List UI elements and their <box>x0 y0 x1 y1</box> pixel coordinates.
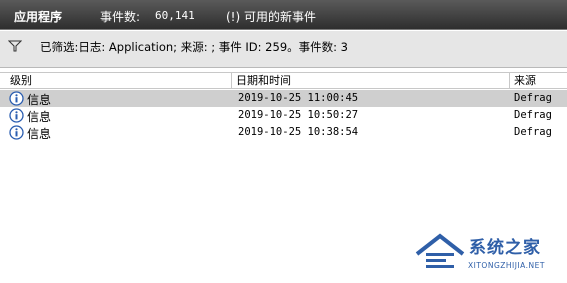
log-title-bar: 应用程序 事件数: 60,141 (!) 可用的新事件 <box>0 0 567 30</box>
row-level: 信息 <box>27 110 52 124</box>
new-events-note: (!) 可用的新事件 <box>226 10 316 24</box>
row-level: 信息 <box>27 127 52 141</box>
row-level: 信息 <box>27 93 52 107</box>
watermark-name: 系统之家 <box>469 238 541 258</box>
column-header-row: 级别 日期和时间 来源 <box>0 72 567 89</box>
event-count-label: 事件数: <box>100 10 141 24</box>
row-source: Defrag <box>514 126 552 138</box>
row-date-time: 2019-10-25 10:38:54 <box>238 126 359 138</box>
row-date-time: 2019-10-25 10:50:27 <box>238 109 359 121</box>
watermark-url: XITONGZHIJIA.NET <box>468 261 545 270</box>
table-row[interactable]: 信息 2019-10-25 10:38:54 Defrag <box>0 124 567 141</box>
log-name: 应用程序 <box>14 10 63 24</box>
filter-description: 已筛选:日志: Application; 来源: ; 事件 ID: 259。事件… <box>40 40 348 54</box>
column-header-source[interactable]: 来源 <box>510 73 567 88</box>
event-count-value: 60,141 <box>155 9 195 22</box>
info-icon <box>9 125 24 143</box>
row-date-time: 2019-10-25 11:00:45 <box>238 92 359 104</box>
row-source: Defrag <box>514 109 552 121</box>
column-header-level[interactable]: 级别 <box>6 73 232 88</box>
table-row[interactable]: 信息 2019-10-25 10:50:27 Defrag <box>0 107 567 124</box>
row-source: Defrag <box>514 92 552 104</box>
table-row[interactable]: 信息 2019-10-25 11:00:45 Defrag <box>0 90 567 107</box>
filter-bar: 已筛选:日志: Application; 来源: ; 事件 ID: 259。事件… <box>0 31 567 68</box>
funnel-icon <box>7 39 23 56</box>
column-header-date-time[interactable]: 日期和时间 <box>232 73 510 88</box>
